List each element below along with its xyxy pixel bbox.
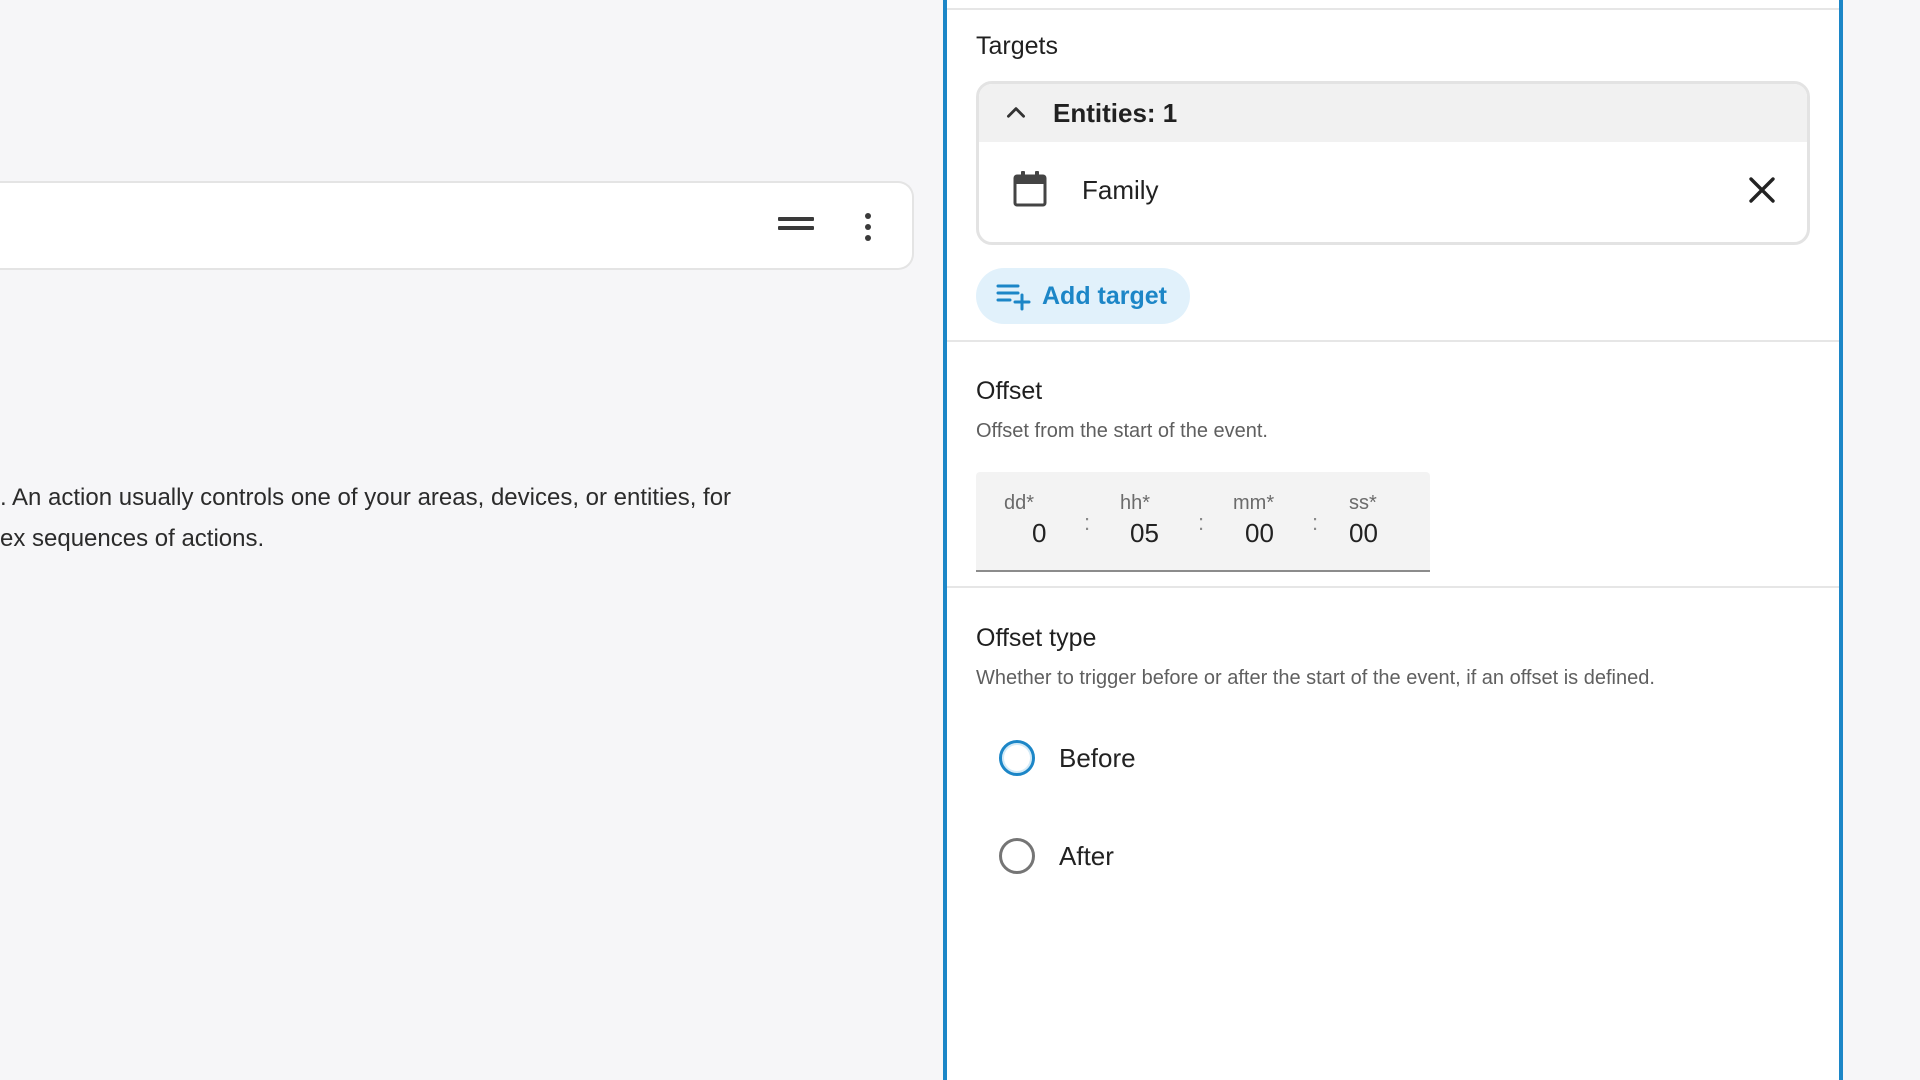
divider xyxy=(947,586,1839,588)
days-label: dd* xyxy=(1004,492,1035,514)
radio-label: Before xyxy=(1059,742,1136,773)
radio-option-before[interactable]: Before xyxy=(999,740,1136,776)
entities-header[interactable]: Entities: 1 xyxy=(979,84,1807,142)
add-target-button[interactable]: Add target xyxy=(976,268,1190,324)
offset-type-description: Whether to trigger before or after the s… xyxy=(976,667,1655,689)
action-card[interactable] xyxy=(0,181,914,270)
divider xyxy=(947,8,1839,10)
actions-help-text: . An action usually controls one of your… xyxy=(0,484,732,552)
hours-label: hh* xyxy=(1120,492,1151,514)
radio-label: After xyxy=(1059,840,1114,871)
offset-duration-field[interactable]: dd* 0 : hh* 05 : mm* 00 : ss* 00 xyxy=(976,472,1430,572)
playlist-add-icon xyxy=(996,284,1031,311)
add-target-label: Add target xyxy=(1042,281,1167,310)
offset-description: Offset from the start of the event. xyxy=(976,420,1268,442)
offset-title: Offset xyxy=(976,377,1043,405)
targets-title: Targets xyxy=(976,32,1058,60)
radio-button[interactable] xyxy=(999,740,1035,776)
radio-button[interactable] xyxy=(999,838,1035,874)
entity-row[interactable]: Family xyxy=(979,142,1807,242)
entity-name: Family xyxy=(1082,175,1159,205)
time-separator: : xyxy=(1198,510,1205,535)
radio-option-after[interactable]: After xyxy=(999,838,1114,874)
hours-input[interactable]: 05 xyxy=(1130,518,1159,549)
close-icon[interactable] xyxy=(1747,175,1777,205)
entities-box: Entities: 1 Family xyxy=(976,81,1810,245)
divider xyxy=(947,340,1839,342)
more-options-icon[interactable] xyxy=(858,207,878,247)
minutes-label: mm* xyxy=(1233,492,1275,514)
drag-handle-icon[interactable] xyxy=(778,217,814,235)
action-editor-panel: Targets Entities: 1 Family Add target Of… xyxy=(943,0,1843,1080)
offset-type-title: Offset type xyxy=(976,624,1097,652)
time-separator: : xyxy=(1312,510,1319,535)
time-separator: : xyxy=(1084,510,1091,535)
seconds-label: ss* xyxy=(1349,492,1377,514)
days-input[interactable]: 0 xyxy=(1032,518,1046,549)
entities-header-label: Entities: 1 xyxy=(1053,97,1178,128)
chevron-up-icon[interactable] xyxy=(1003,100,1029,126)
seconds-input[interactable]: 00 xyxy=(1349,518,1378,549)
minutes-input[interactable]: 00 xyxy=(1245,518,1274,549)
calendar-icon xyxy=(1013,171,1047,207)
